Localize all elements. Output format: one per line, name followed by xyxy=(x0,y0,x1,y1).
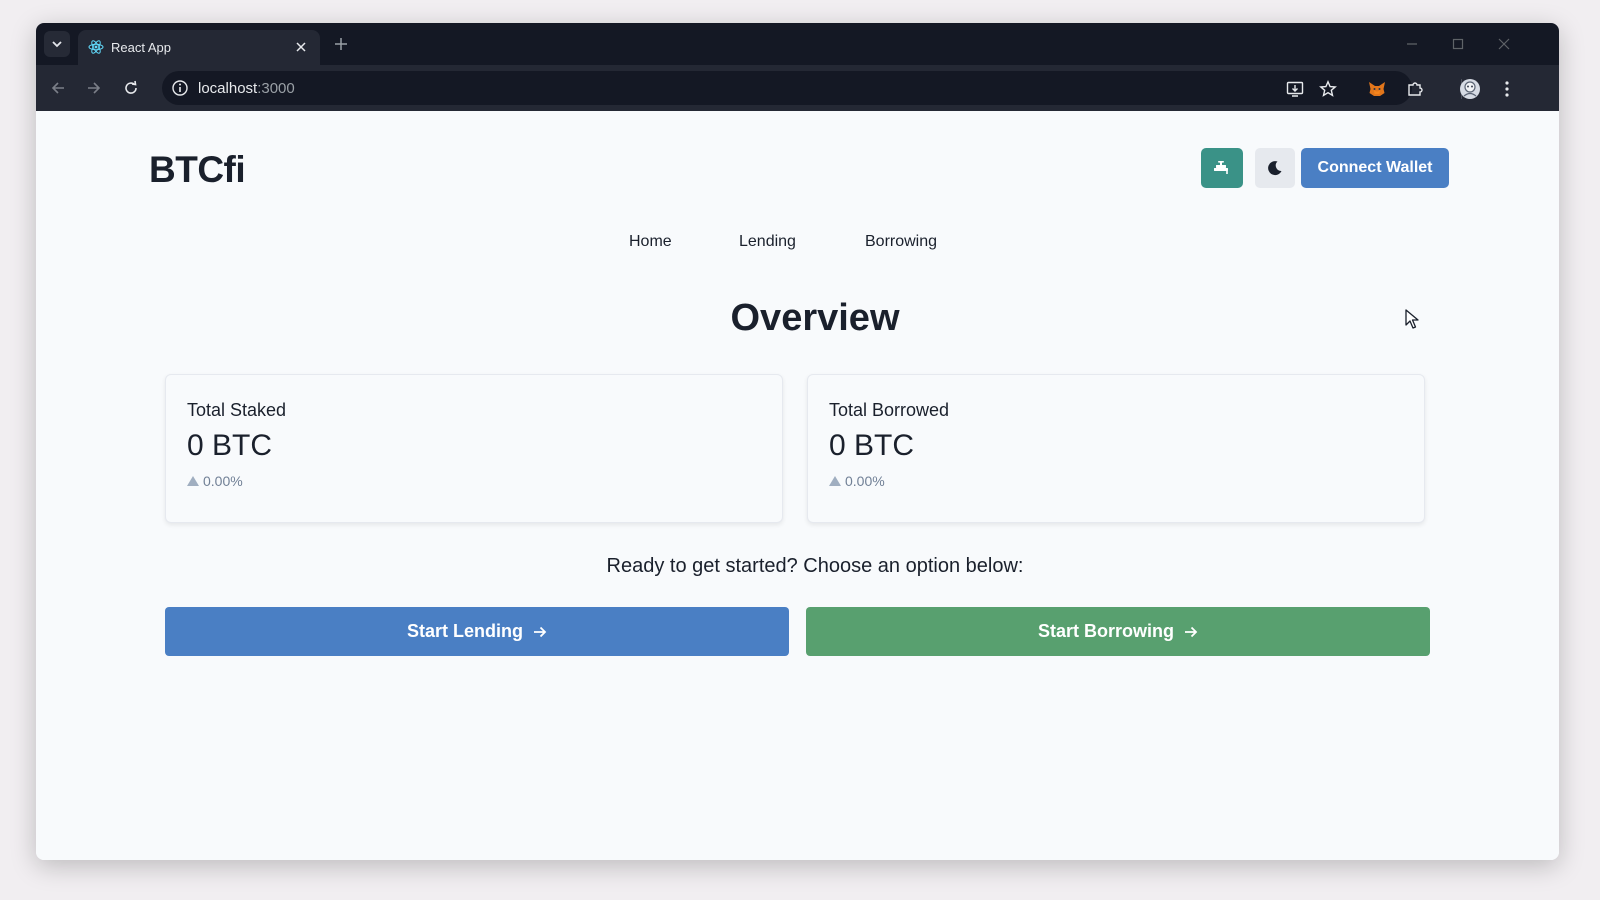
stat-change-value: 0.00% xyxy=(203,473,243,489)
stat-change: 0.00% xyxy=(187,473,243,489)
address-bar[interactable]: localhost:3000 xyxy=(162,71,1412,105)
puzzle-icon xyxy=(1408,82,1423,96)
window-close-button[interactable] xyxy=(1495,35,1513,53)
arrow-right-icon xyxy=(1185,626,1198,637)
triangle-up-icon xyxy=(829,476,841,486)
new-tab-button[interactable] xyxy=(332,35,350,53)
chevron-down-icon xyxy=(52,41,62,48)
reload-icon xyxy=(125,80,137,94)
arrow-left-icon xyxy=(51,82,64,94)
moon-icon xyxy=(1268,161,1282,176)
minimize-button[interactable] xyxy=(1403,35,1421,53)
faucet-button[interactable] xyxy=(1201,148,1243,188)
avatar-icon xyxy=(1460,79,1480,99)
browser-toolbar: localhost:3000 xyxy=(36,65,1559,111)
stat-value: 0 BTC xyxy=(187,429,273,462)
metamask-extension-button[interactable] xyxy=(1366,78,1388,100)
url-host: localhost xyxy=(198,80,258,97)
start-lending-label: Start Lending xyxy=(407,621,523,641)
url-port: :3000 xyxy=(257,80,295,97)
browser-menu-button[interactable] xyxy=(1496,78,1518,100)
back-button[interactable] xyxy=(48,78,68,98)
browser-tab[interactable]: React App xyxy=(78,30,320,65)
close-icon xyxy=(296,42,306,52)
stat-change-value: 0.00% xyxy=(845,473,885,489)
plus-icon xyxy=(335,38,347,50)
stat-card-total-borrowed: Total Borrowed 0 BTC 0.00% xyxy=(807,374,1425,523)
tab-search-button[interactable] xyxy=(44,31,70,57)
page-title: Overview xyxy=(730,297,900,339)
maximize-button[interactable] xyxy=(1449,35,1467,53)
arrow-right-icon xyxy=(534,626,547,637)
tab-bar: React App xyxy=(36,23,1559,65)
fox-icon xyxy=(1369,82,1385,96)
maximize-icon xyxy=(1452,38,1464,50)
profile-button[interactable] xyxy=(1459,78,1481,100)
stat-card-total-staked: Total Staked 0 BTC 0.00% xyxy=(165,374,783,523)
tab-title: React App xyxy=(111,40,171,55)
install-icon xyxy=(1286,81,1304,97)
triangle-up-icon xyxy=(187,476,199,486)
stat-value: 0 BTC xyxy=(829,429,915,462)
star-icon xyxy=(1319,80,1337,97)
connect-wallet-button[interactable]: Connect Wallet xyxy=(1301,148,1449,188)
app-logo[interactable]: BTCfi xyxy=(149,149,246,191)
bookmark-button[interactable] xyxy=(1318,79,1338,99)
stat-label: Total Staked xyxy=(187,400,287,420)
hand-cursor-icon xyxy=(1405,309,1419,329)
nav-lending[interactable]: Lending xyxy=(739,233,796,251)
page-content: BTCfi Connect Wallet Home Lending Borrow… xyxy=(36,111,1559,860)
react-icon xyxy=(88,40,104,54)
close-icon xyxy=(1498,38,1510,50)
arrow-right-icon xyxy=(88,82,101,94)
minimize-icon xyxy=(1407,43,1417,45)
start-borrowing-button[interactable]: Start Borrowing xyxy=(806,607,1430,656)
forward-button[interactable] xyxy=(84,78,104,98)
browser-window: React App localhost:3000 BTCfi Connect W… xyxy=(36,23,1559,860)
kebab-menu-icon xyxy=(1505,81,1509,97)
faucet-icon xyxy=(1214,161,1228,174)
info-icon[interactable] xyxy=(171,79,189,97)
install-app-button[interactable] xyxy=(1285,79,1305,99)
nav-borrowing[interactable]: Borrowing xyxy=(865,233,937,251)
get-started-prompt: Ready to get started? Choose an option b… xyxy=(606,555,1024,577)
nav-home[interactable]: Home xyxy=(629,233,672,251)
extensions-button[interactable] xyxy=(1404,78,1426,100)
stat-change: 0.00% xyxy=(829,473,885,489)
stat-label: Total Borrowed xyxy=(829,400,950,420)
url-text: localhost:3000 xyxy=(198,80,295,97)
start-borrowing-label: Start Borrowing xyxy=(1037,621,1174,641)
tab-close-button[interactable] xyxy=(292,38,310,56)
theme-toggle-button[interactable] xyxy=(1255,148,1295,188)
start-lending-button[interactable]: Start Lending xyxy=(165,607,789,656)
reload-button[interactable] xyxy=(121,78,141,98)
